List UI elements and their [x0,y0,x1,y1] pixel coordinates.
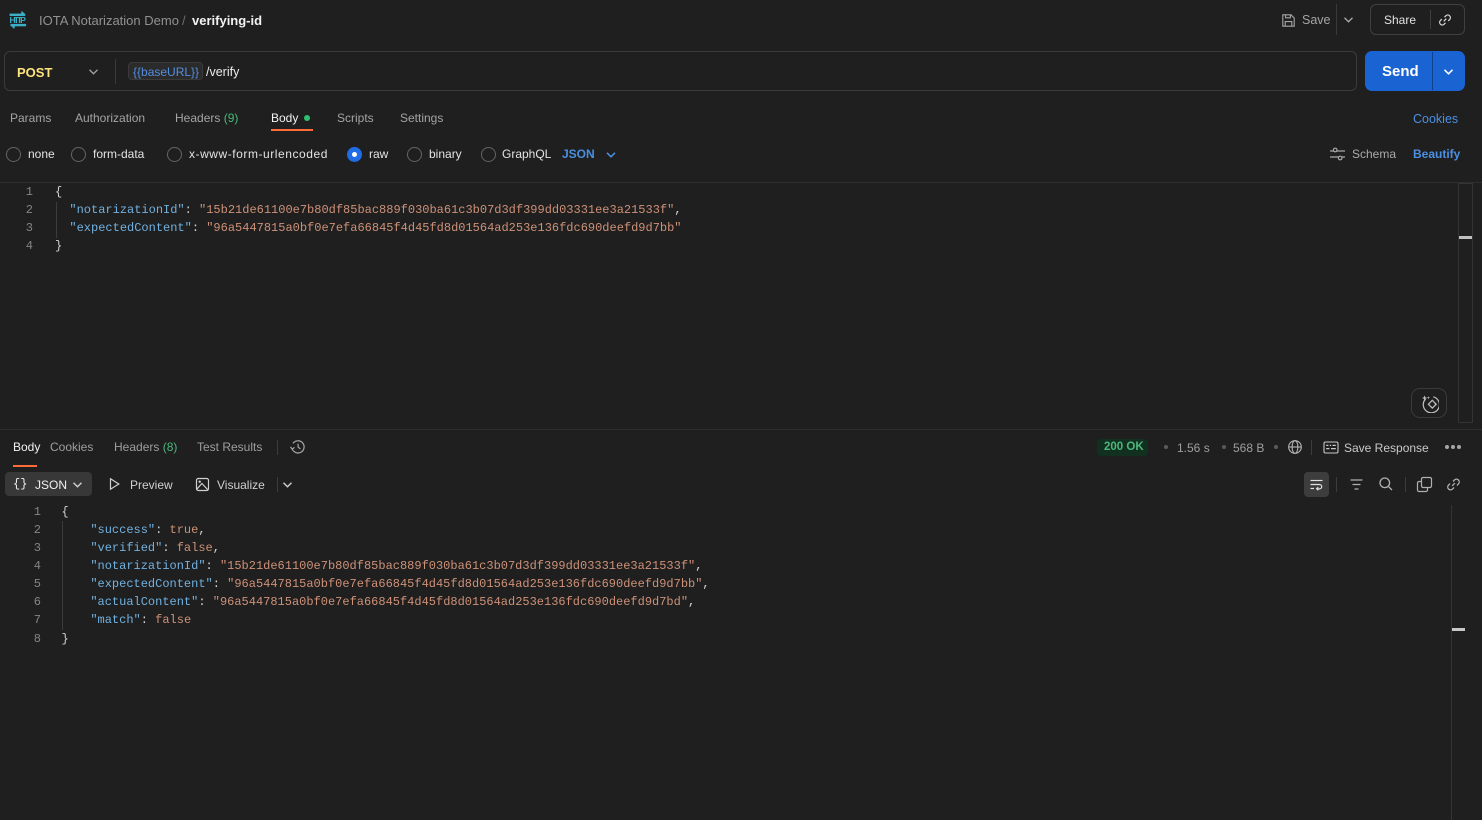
svg-text:HTTP: HTTP [10,15,27,25]
